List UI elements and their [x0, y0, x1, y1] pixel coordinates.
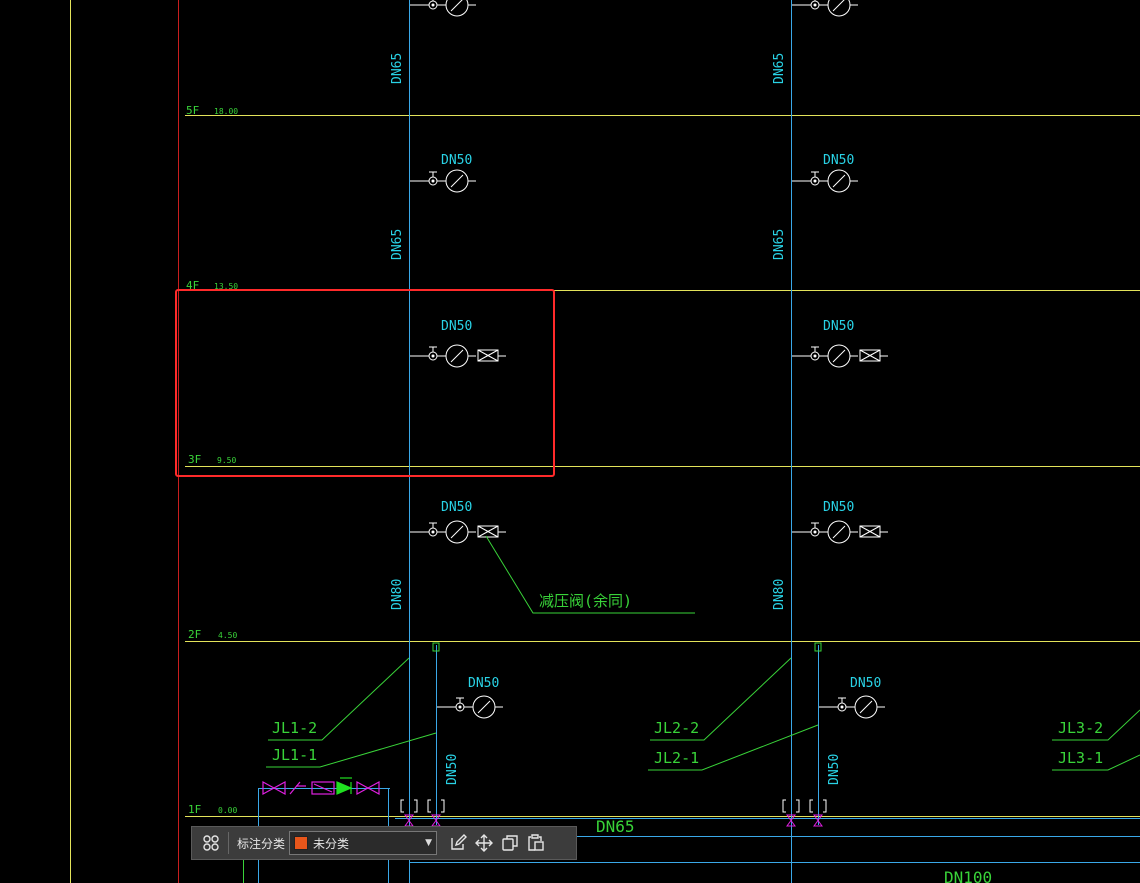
branch-meter-assembly[interactable] — [791, 169, 859, 193]
branch-meter-assembly[interactable] — [791, 520, 859, 544]
inlet-valve-assembly[interactable] — [262, 777, 380, 796]
valve-bracket — [823, 799, 827, 813]
branch-size-label: DN50 — [850, 676, 881, 691]
grid-layout-icon[interactable] — [198, 830, 224, 856]
branch-meter-assembly[interactable] — [791, 344, 859, 368]
riser-size-label: DN50 — [827, 754, 842, 785]
riser-size-label: DN65 — [390, 53, 405, 84]
branch-meter-assembly[interactable] — [409, 520, 477, 544]
pressure-reducing-valve[interactable] — [859, 349, 889, 362]
valve-bracket — [400, 799, 404, 813]
riser-tag-jl2-2[interactable]: JL2-2 — [654, 719, 699, 737]
floor-label-2f: 2F — [188, 628, 201, 641]
branch-meter-assembly[interactable] — [409, 0, 477, 17]
branch-size-label: DN50 — [823, 153, 854, 168]
annotation-toolbar: 标注分类 未分类 ▼ — [191, 826, 577, 860]
main-size-label: DN65 — [596, 817, 635, 836]
copy-icon[interactable] — [497, 830, 523, 856]
branch-meter-assembly[interactable] — [409, 344, 477, 368]
floor-elev-5f: 18.00 — [214, 107, 238, 116]
move-icon[interactable] — [471, 830, 497, 856]
category-value: 未分类 — [313, 836, 350, 851]
edit-icon[interactable] — [445, 830, 471, 856]
floor-elev-1f: 0.00 — [218, 806, 237, 815]
main-size-label: DN100 — [944, 868, 992, 883]
valve-bracket — [441, 799, 445, 813]
valve-bracket — [782, 799, 786, 813]
floor-label-5f: 5F — [186, 104, 199, 117]
floor-label-1f: 1F — [188, 803, 201, 816]
category-select[interactable]: 未分类 ▼ — [289, 831, 438, 855]
branch-meter-assembly[interactable] — [409, 169, 477, 193]
branch-meter-assembly[interactable] — [818, 695, 886, 719]
branch-size-label: DN50 — [468, 676, 499, 691]
branch-size-label: DN50 — [823, 319, 854, 334]
riser-tag-jl3-2[interactable]: JL3-2 — [1058, 719, 1103, 737]
branch-size-label: DN50 — [441, 500, 472, 515]
riser-size-label: DN80 — [772, 579, 787, 610]
chevron-down-icon: ▼ — [425, 838, 433, 848]
branch-size-label: DN50 — [441, 319, 472, 334]
riser-size-label: DN65 — [772, 53, 787, 84]
cad-drawing-canvas[interactable]: 5F 18.00 4F 13.50 3F 9.50 2F 4.50 1F 0.0… — [0, 0, 1140, 883]
branch-size-label: DN50 — [823, 500, 854, 515]
floor-elev-2f: 4.50 — [218, 631, 237, 640]
valve-bracket — [414, 799, 418, 813]
riser-tag-jl1-1[interactable]: JL1-1 — [272, 746, 317, 764]
valve-bracket — [796, 799, 800, 813]
branch-size-label: DN50 — [441, 153, 472, 168]
pressure-reducing-valve[interactable] — [477, 525, 507, 538]
selection-rectangle — [175, 289, 555, 477]
riser-size-label: DN65 — [772, 229, 787, 260]
category-label: 标注分类 — [237, 836, 286, 851]
valve-bracket — [809, 799, 813, 813]
category-color-swatch — [294, 836, 309, 850]
riser-size-label: DN50 — [445, 754, 460, 785]
valve-bracket — [427, 799, 431, 813]
toolbar-separator — [228, 832, 229, 854]
pressure-reducing-valve[interactable] — [477, 349, 507, 362]
floor-elev-3f: 9.50 — [217, 456, 236, 465]
pressure-reducing-valve[interactable] — [859, 525, 889, 538]
floor-label-3f: 3F — [188, 453, 201, 466]
paste-icon[interactable] — [523, 830, 549, 856]
branch-meter-assembly[interactable] — [436, 695, 504, 719]
riser-tag-jl3-1[interactable]: JL3-1 — [1058, 749, 1103, 767]
prv-annotation[interactable]: 减压阀(余同) — [539, 592, 632, 610]
riser-size-label: DN65 — [390, 229, 405, 260]
branch-meter-assembly[interactable] — [791, 0, 859, 17]
riser-tag-jl1-2[interactable]: JL1-2 — [272, 719, 317, 737]
riser-size-label: DN80 — [390, 579, 405, 610]
riser-tag-jl2-1[interactable]: JL2-1 — [654, 749, 699, 767]
